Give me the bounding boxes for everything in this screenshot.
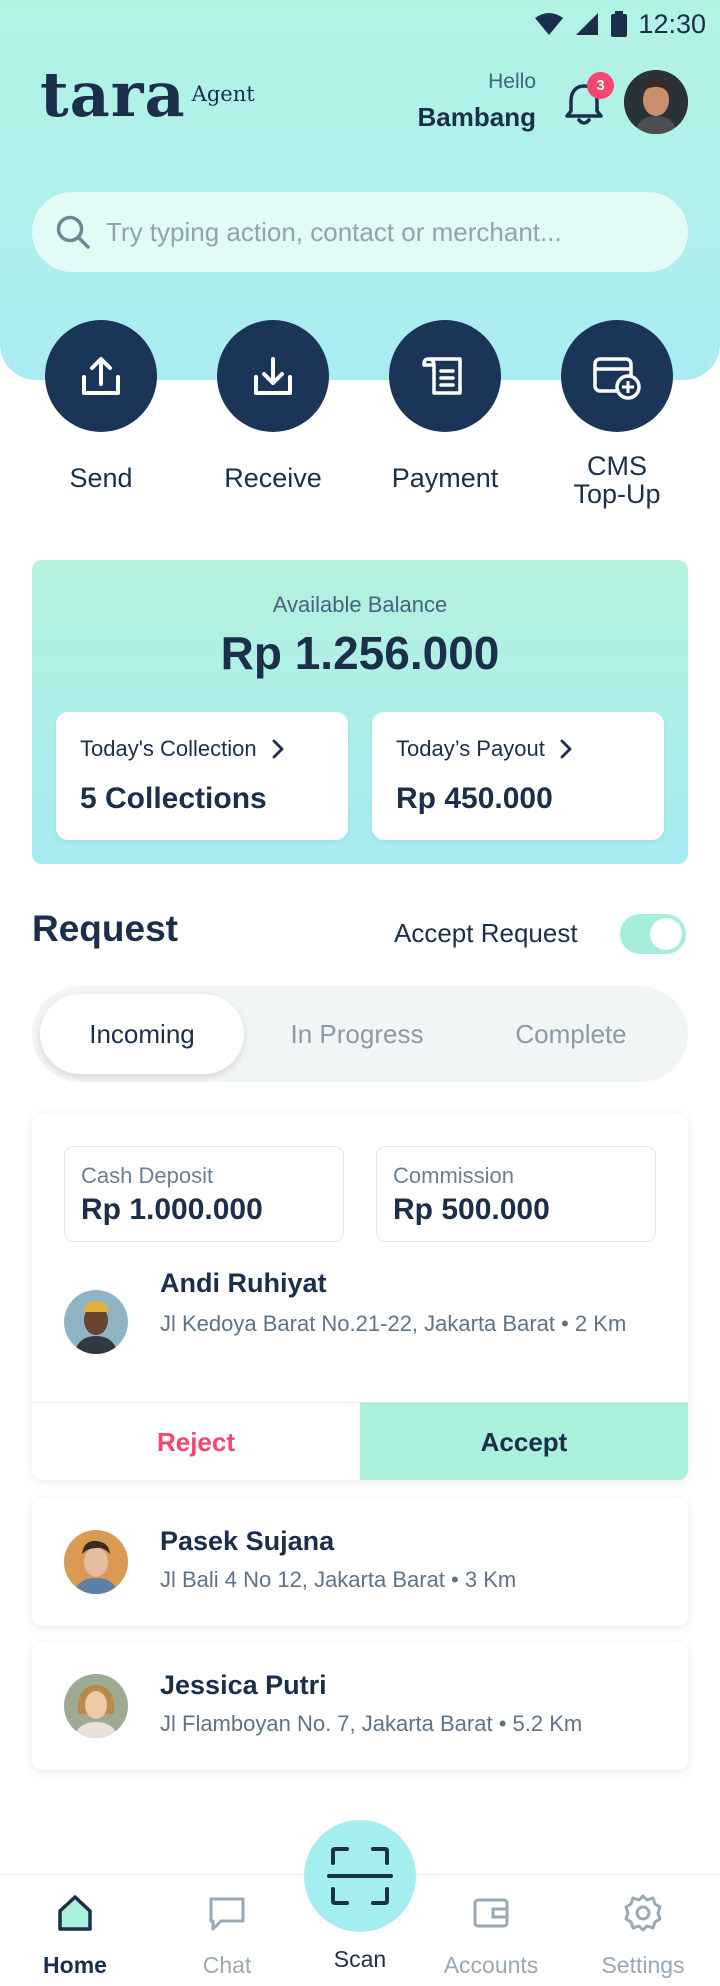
request-card-expanded[interactable]: Cash Deposit Rp 1.000.000 Commission Rp … [32,1114,688,1480]
balance-amount: Rp 1.256.000 [220,627,500,679]
greeting-hello: Hello [488,70,536,93]
todays-collection-card[interactable]: Today's Collection 5 Collections [56,712,348,840]
nav-home[interactable]: Home [15,1893,135,1979]
search-bar[interactable] [32,192,688,272]
scan-icon [327,1847,393,1905]
cash-deposit-value: Rp 1.000.000 [81,1193,263,1226]
chevron-right-icon [272,739,284,759]
chevron-right-icon [560,739,572,759]
request-title: Request [32,908,178,949]
scan-button[interactable] [304,1820,416,1932]
nav-settings-label: Settings [601,1952,685,1978]
action-send[interactable]: Send [26,320,176,492]
chat-icon [209,1897,245,1931]
action-cms-topup-circle[interactable] [561,320,673,432]
avatar[interactable] [624,70,688,134]
request-actions: Reject Accept [32,1402,688,1480]
collection-title: Today's Collection [80,736,257,761]
nav-settings[interactable]: Settings [583,1893,703,1979]
status-bar: 12:30 [0,0,720,48]
action-payment[interactable]: Payment [370,320,520,492]
user-name: Bambang [417,102,536,132]
wifi-icon [535,13,564,35]
request-card[interactable]: Pasek Sujana Jl Bali 4 No 12, Jakarta Ba… [32,1498,688,1626]
wallet-icon [473,1898,509,1928]
avatar [64,1530,128,1594]
gear-icon [624,1894,662,1932]
payout-title: Today’s Payout [396,736,545,761]
requester-address: Jl Flamboyan No. 7, Jakarta Barat • 5.2 … [160,1711,583,1736]
avatar [64,1290,128,1354]
download-icon [254,357,292,395]
action-payment-circle[interactable] [389,320,501,432]
app-logo: tara Agent [40,64,255,126]
balance-label: Available Balance [272,592,448,617]
upload-icon [82,357,120,395]
greeting: Hello Bambang [418,70,536,133]
wallet-add-icon [593,357,641,400]
requester-name: Jessica Putri [160,1670,327,1700]
cash-deposit-box: Cash Deposit Rp 1.000.000 [64,1146,344,1242]
tab-in-progress[interactable]: In Progress [252,994,462,1074]
search-icon [56,215,90,249]
receipt-icon [422,357,462,395]
requester-address: Jl Bali 4 No 12, Jakarta Barat • 3 Km [160,1567,517,1592]
nav-chat[interactable]: Chat [167,1893,287,1979]
notification-badge: 3 [587,72,614,99]
collection-title-row: Today's Collection [80,736,285,762]
nav-accounts-label: Accounts [443,1952,539,1978]
battery-icon [611,11,628,37]
accept-request-label: Accept Request [394,918,578,948]
request-tabs: Incoming In Progress Complete [32,986,688,1082]
toggle-knob [650,918,682,950]
action-label: Send [69,463,133,493]
avatar [64,1674,128,1738]
requester-name: Andi Ruhiyat [160,1268,327,1298]
accept-button[interactable]: Accept [360,1403,688,1480]
accept-request-toggle[interactable] [620,914,686,954]
nav-home-label: Home [43,1952,107,1978]
payout-title-row: Today’s Payout [396,736,573,762]
commission-value: Rp 500.000 [393,1193,550,1226]
cash-deposit-label: Cash Deposit [81,1163,214,1188]
tab-incoming[interactable]: Incoming [40,994,244,1074]
action-label: CMS Top-Up [573,451,661,509]
requester-address: Jl Kedoya Barat No.21-22, Jakarta Barat … [160,1311,627,1336]
commission-box: Commission Rp 500.000 [376,1146,656,1242]
payout-value: Rp 450.000 [396,782,553,815]
requester-name: Pasek Sujana [160,1526,335,1556]
brand-sub: Agent [191,82,255,106]
action-label: Receive [224,463,322,493]
signal-icon [576,13,599,35]
tab-complete[interactable]: Complete [466,994,676,1074]
action-receive-circle[interactable] [217,320,329,432]
brand-name: tara [40,58,186,131]
search-input[interactable] [106,216,666,248]
todays-payout-card[interactable]: Today’s Payout Rp 450.000 [372,712,664,840]
nav-scan-label[interactable]: Scan [300,1946,420,1973]
home-icon [58,1895,92,1931]
nav-chat-label: Chat [202,1952,252,1978]
collection-value: 5 Collections [80,782,267,815]
action-send-circle[interactable] [45,320,157,432]
commission-label: Commission [393,1163,515,1188]
request-card[interactable]: Jessica Putri Jl Flamboyan No. 7, Jakart… [32,1642,688,1770]
action-receive[interactable]: Receive [198,320,348,492]
action-cms-topup[interactable]: CMS Top-Up [542,320,692,508]
reject-button[interactable]: Reject [32,1403,360,1480]
balance-card: Available Balance Rp 1.256.000 Today's C… [32,560,688,864]
status-time: 12:30 [638,8,706,39]
nav-accounts[interactable]: Accounts [431,1893,551,1979]
action-label: Payment [391,463,499,493]
